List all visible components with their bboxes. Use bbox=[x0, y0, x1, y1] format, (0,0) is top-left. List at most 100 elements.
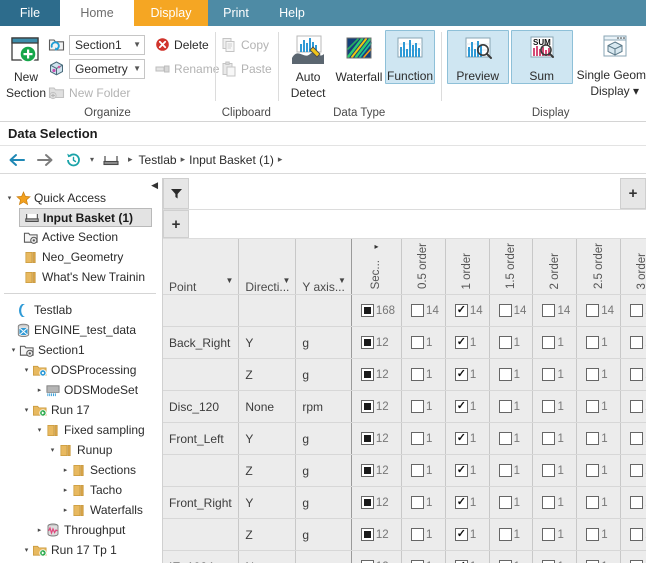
row-order-cell[interactable]: 1 bbox=[576, 550, 622, 563]
section-combo-row[interactable]: Section1 ▼ Delete bbox=[48, 33, 219, 56]
tree-node-fixed-sampling[interactable]: ▾ Fixed sampling bbox=[0, 420, 162, 440]
row-order-cell[interactable]: 1 bbox=[489, 486, 534, 520]
tree-node-engine-test-data[interactable]: ENGINE_test_data bbox=[0, 320, 162, 340]
chevron-down-icon[interactable]: ▾ bbox=[21, 546, 32, 554]
delete-icon[interactable] bbox=[155, 37, 170, 52]
tree-node-section1[interactable]: ▾ Section1 bbox=[0, 340, 162, 360]
sections-checkbox[interactable] bbox=[360, 400, 374, 414]
summary-order-cell[interactable]: ✓ 14 bbox=[445, 294, 490, 328]
row-order-cell[interactable]: 1 bbox=[532, 422, 578, 456]
order-checkbox[interactable] bbox=[411, 400, 425, 414]
column-header-y-axis[interactable]: Y axis... ▼ bbox=[295, 239, 352, 296]
row-order-cell[interactable]: 1 bbox=[401, 518, 446, 552]
back-arrow-icon[interactable] bbox=[6, 149, 28, 171]
order-checkbox[interactable] bbox=[498, 400, 512, 414]
order-checkbox[interactable]: ✓ bbox=[454, 496, 468, 510]
add-group-button[interactable]: + bbox=[163, 210, 189, 238]
table-row[interactable]: IE_1024Nonerpm121✓111111 bbox=[163, 550, 646, 563]
column-header-order-1-5[interactable]: 1.5 order bbox=[489, 239, 534, 296]
column-header-order-3[interactable]: 3 order bbox=[620, 239, 646, 296]
tab-print[interactable]: Print bbox=[208, 0, 264, 26]
order-checkbox[interactable] bbox=[630, 336, 644, 350]
row-order-cell[interactable]: 1 bbox=[576, 390, 622, 424]
order-checkbox[interactable] bbox=[411, 432, 425, 446]
row-order-cell[interactable]: 1 bbox=[576, 326, 622, 360]
single-geometry-display-button[interactable]: Single Geome Display ▾ bbox=[575, 30, 646, 98]
column-header-direction[interactable]: Directi... ▼ bbox=[238, 239, 297, 296]
order-checkbox[interactable] bbox=[542, 496, 556, 510]
function-button[interactable]: Function bbox=[385, 30, 435, 84]
row-order-cell[interactable]: 1 bbox=[576, 486, 622, 520]
order-checkbox[interactable]: ✓ bbox=[454, 336, 468, 350]
row-order-cell[interactable]: 1 bbox=[620, 326, 646, 360]
tree-node-tacho[interactable]: ▸ Tacho bbox=[0, 480, 162, 500]
chevron-down-icon[interactable]: ▾ bbox=[4, 194, 15, 202]
history-clock-icon[interactable] bbox=[62, 149, 84, 171]
tab-display[interactable]: Display bbox=[134, 0, 208, 26]
tree-node-odsprocessing[interactable]: ▾ ODSProcessing bbox=[0, 360, 162, 380]
grid-scroll-area[interactable]: Point ▼ Directi... ▼ Y axis... ▼ ▸ Sec..… bbox=[163, 239, 646, 563]
row-order-cell[interactable]: 1 bbox=[576, 358, 622, 392]
collapse-left-icon[interactable]: ◀ bbox=[151, 180, 158, 191]
row-order-cell[interactable]: ✓1 bbox=[445, 550, 490, 563]
sidebar-item-whats-new-training[interactable]: What's New Trainin bbox=[0, 267, 162, 287]
tree-node-testlab[interactable]: Testlab bbox=[0, 300, 162, 320]
row-order-cell[interactable]: 1 bbox=[532, 326, 578, 360]
row-order-cell[interactable]: 1 bbox=[401, 454, 446, 488]
column-header-sections[interactable]: ▸ Sec... bbox=[351, 239, 403, 296]
order-checkbox[interactable] bbox=[630, 432, 644, 446]
tab-help[interactable]: Help bbox=[264, 0, 320, 26]
table-row[interactable]: Front_LeftYg121✓111111 bbox=[163, 422, 646, 456]
tab-home[interactable]: Home bbox=[60, 0, 134, 26]
order-checkbox[interactable]: ✓ bbox=[454, 528, 468, 542]
auto-detect-button[interactable]: Auto Detect bbox=[284, 30, 333, 100]
order-checkbox[interactable] bbox=[411, 528, 425, 542]
row-order-cell[interactable]: 1 bbox=[620, 518, 646, 552]
sidebar-item-neo-geometry[interactable]: Neo_Geometry bbox=[0, 247, 162, 267]
order-checkbox[interactable] bbox=[630, 496, 644, 510]
order-checkbox[interactable] bbox=[542, 304, 556, 318]
row-order-cell[interactable]: 1 bbox=[576, 518, 622, 552]
row-order-cell[interactable]: 1 bbox=[489, 390, 534, 424]
row-order-cell[interactable]: ✓1 bbox=[445, 358, 490, 392]
row-order-cell[interactable]: 1 bbox=[620, 454, 646, 488]
chevron-right-icon[interactable]: ▸ bbox=[34, 386, 45, 394]
row-order-cell[interactable]: 1 bbox=[532, 486, 578, 520]
row-order-cell[interactable]: 1 bbox=[532, 390, 578, 424]
order-checkbox[interactable] bbox=[498, 528, 512, 542]
row-sections-cell[interactable]: 12 bbox=[351, 550, 403, 563]
row-order-cell[interactable]: 1 bbox=[532, 454, 578, 488]
tree-node-sections[interactable]: ▸ Sections bbox=[0, 460, 162, 480]
order-checkbox[interactable] bbox=[411, 368, 425, 382]
sections-checkbox[interactable] bbox=[360, 464, 374, 478]
tree-node-runup[interactable]: ▾ Runup bbox=[0, 440, 162, 460]
tree-node-odsmodeset[interactable]: ▸ ODSModeSet bbox=[0, 380, 162, 400]
order-checkbox[interactable] bbox=[411, 304, 425, 318]
column-header-order-2-5[interactable]: 2.5 order bbox=[576, 239, 622, 296]
row-sections-cell[interactable]: 12 bbox=[351, 518, 403, 552]
order-checkbox[interactable] bbox=[586, 336, 600, 350]
sections-checkbox[interactable] bbox=[360, 496, 374, 510]
sections-checkbox[interactable] bbox=[360, 432, 374, 446]
row-order-cell[interactable]: 1 bbox=[620, 486, 646, 520]
row-order-cell[interactable]: 1 bbox=[620, 422, 646, 456]
order-checkbox[interactable]: ✓ bbox=[454, 368, 468, 382]
chevron-right-icon[interactable]: ▸ bbox=[374, 242, 378, 251]
row-order-cell[interactable]: 1 bbox=[489, 326, 534, 360]
sections-checkbox[interactable] bbox=[360, 336, 374, 350]
summary-order-cell[interactable]: 14 bbox=[532, 294, 578, 328]
row-sections-cell[interactable]: 12 bbox=[351, 390, 403, 424]
chevron-down-icon[interactable]: ▾ bbox=[47, 446, 58, 454]
table-row[interactable]: Front_RightYg121✓111111 bbox=[163, 486, 646, 520]
row-order-cell[interactable]: 1 bbox=[532, 358, 578, 392]
filter-drop-area[interactable] bbox=[189, 178, 620, 209]
breadcrumb-item-testlab[interactable]: Testlab bbox=[139, 153, 177, 167]
order-checkbox[interactable] bbox=[586, 368, 600, 382]
chevron-right-icon[interactable]: ▸ bbox=[60, 466, 71, 474]
order-checkbox[interactable]: ✓ bbox=[454, 400, 468, 414]
sum-button[interactable]: SUM Sum bbox=[510, 30, 573, 84]
table-row[interactable]: Zg121✓111111 bbox=[163, 358, 646, 392]
order-checkbox[interactable] bbox=[630, 304, 644, 318]
summary-order-cell[interactable]: 14 bbox=[489, 294, 534, 328]
chevron-down-icon[interactable]: ▼ bbox=[225, 276, 233, 285]
